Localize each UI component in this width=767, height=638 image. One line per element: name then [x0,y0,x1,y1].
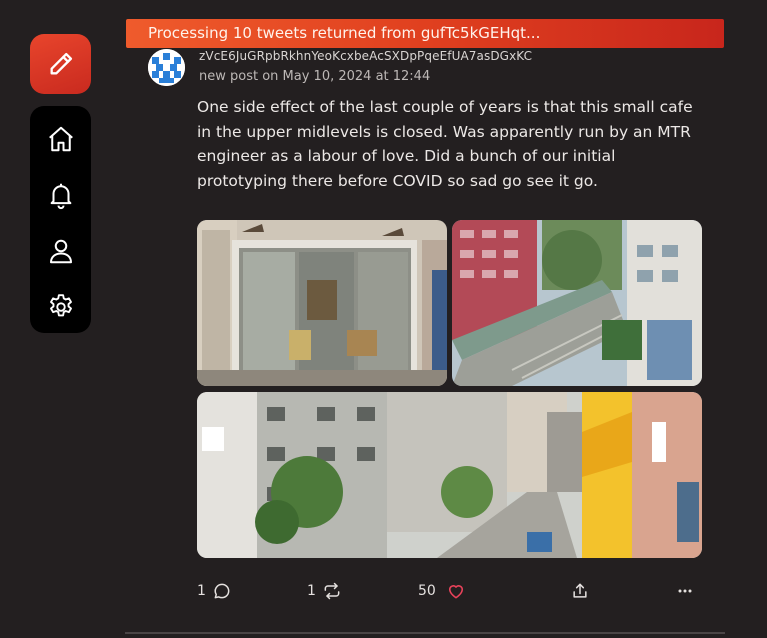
user-icon [49,239,72,264]
heart-icon [448,585,463,599]
avatar[interactable] [148,49,185,86]
nav-notifications[interactable] [45,178,77,212]
post-author[interactable]: zVcE6JuGRpbRkhnYeoKcxbeAcSXDpPqeEfUA7asD… [199,49,532,63]
post-meta: new post on May 10, 2024 at 12:44 [199,69,431,84]
pencil-icon [50,52,72,75]
comment-icon [214,583,230,599]
share-icon [573,583,587,598]
bell-icon [50,183,71,210]
nav-profile[interactable] [45,234,77,268]
post-image-street[interactable] [197,392,702,558]
repost-button[interactable]: 1 [307,578,342,604]
nav-home[interactable] [45,122,77,156]
gear-icon [49,294,72,317]
more-button[interactable] [675,578,695,604]
home-icon [48,126,73,152]
post-divider [125,632,725,634]
reply-count: 1 [197,583,206,599]
repost-icon [324,582,340,600]
share-button[interactable] [570,578,590,604]
post-body: One side effect of the last couple of ye… [197,98,693,191]
compose-button[interactable] [30,34,91,94]
reply-button[interactable]: 1 [197,578,232,604]
identicon-image [148,49,185,86]
nav-settings[interactable] [45,290,77,324]
status-banner: Processing 10 tweets returned from gufTc… [126,19,724,48]
post-image-escalator[interactable] [452,220,702,386]
more-icon [678,589,692,593]
post-image-cafe[interactable] [197,220,447,386]
sidebar-nav [30,106,91,333]
repost-count: 1 [307,583,316,599]
like-count: 50 [418,583,436,599]
like-button[interactable]: 50 [418,578,466,604]
